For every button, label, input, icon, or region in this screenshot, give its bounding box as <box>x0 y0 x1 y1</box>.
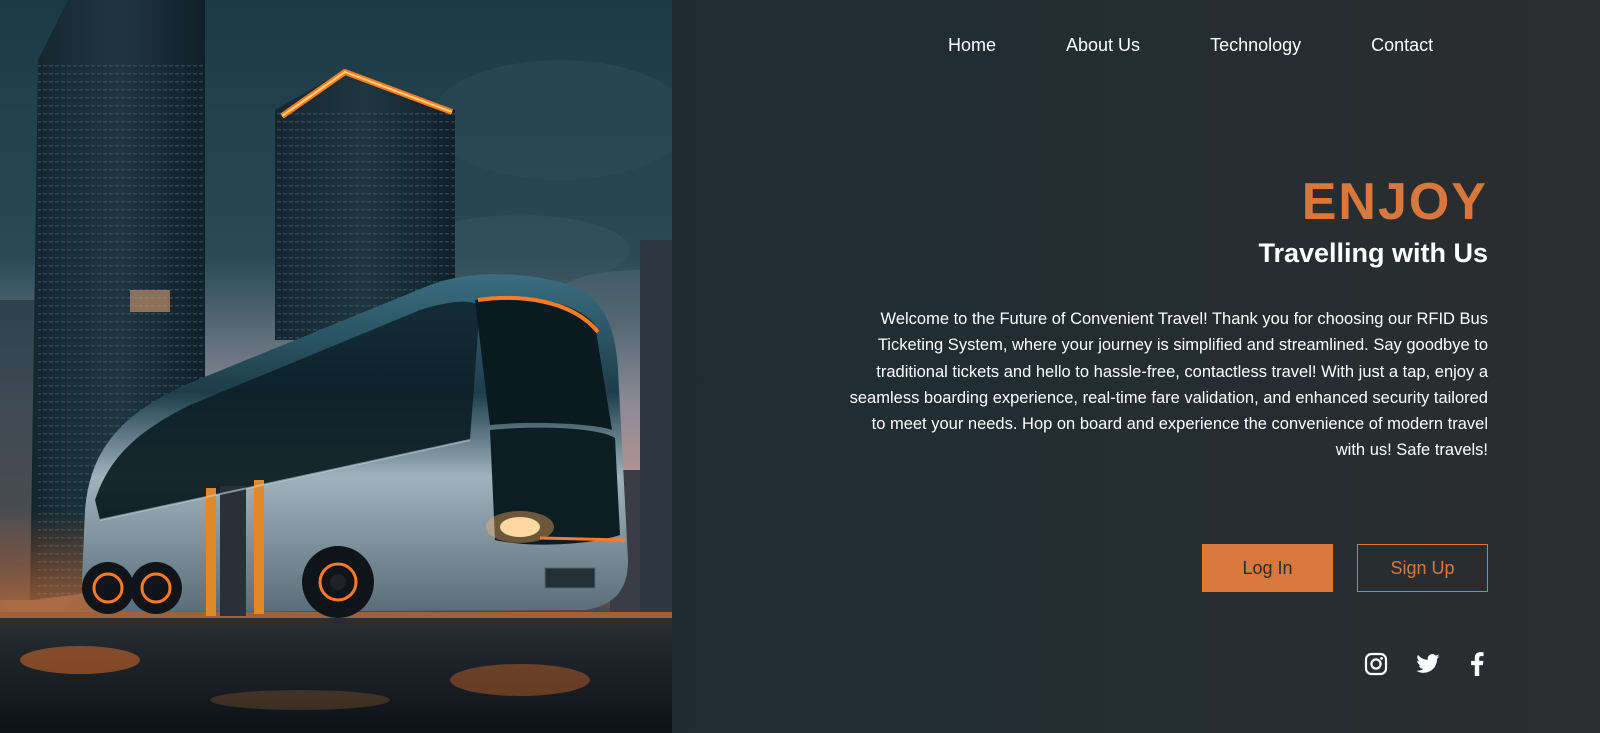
nav-contact-link[interactable]: Contact <box>1371 33 1433 57</box>
nav-about-us-link[interactable]: About Us <box>1066 33 1140 57</box>
landing-page: Home About Us Technology Contact ENJOY T… <box>0 0 1600 733</box>
hero-bus-image <box>0 0 672 733</box>
auth-buttons: Log In Sign Up <box>1202 544 1488 592</box>
hero-subheadline: Travelling with Us <box>1258 238 1488 268</box>
hero-content: ENJOY Travelling with Us Welcome to the … <box>848 170 1488 464</box>
nav-home-link[interactable]: Home <box>948 33 996 57</box>
signup-button[interactable]: Sign Up <box>1357 544 1488 592</box>
facebook-icon[interactable] <box>1470 652 1484 681</box>
main-nav: Home About Us Technology Contact <box>948 33 1433 57</box>
hero-headline: ENJOY <box>1301 173 1488 231</box>
login-button[interactable]: Log In <box>1202 544 1333 592</box>
hero-intro-text: Welcome to the Future of Convenient Trav… <box>849 310 1488 460</box>
nav-technology-link[interactable]: Technology <box>1210 33 1301 57</box>
twitter-icon[interactable] <box>1416 654 1440 679</box>
social-links <box>1364 652 1484 681</box>
instagram-icon[interactable] <box>1364 652 1388 681</box>
